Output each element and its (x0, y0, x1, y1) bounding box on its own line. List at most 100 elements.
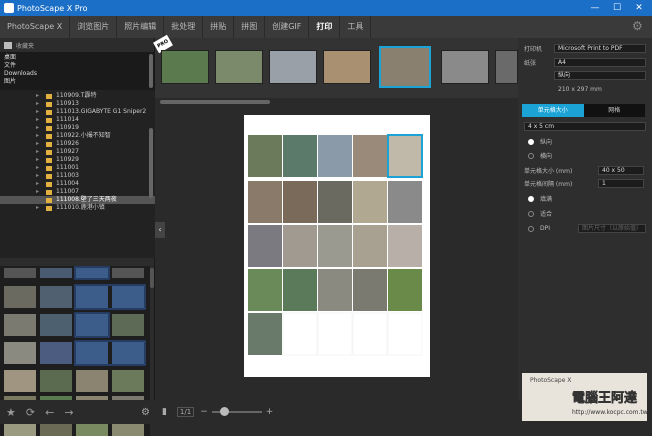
title-bar: PhotoScape X Pro — ☐ ✕ (0, 0, 652, 16)
collapse-left-panel-button[interactable]: ‹ (155, 222, 165, 238)
fit-option-fit[interactable]: 适合 (528, 209, 552, 218)
print-page-grid[interactable] (244, 115, 430, 377)
menu-create-gif[interactable]: 创建GIF (265, 16, 310, 38)
folder-row[interactable]: ▸ 111007 (0, 188, 155, 196)
fit-option-dpi[interactable]: DPI (528, 224, 550, 233)
back-icon[interactable]: ← (45, 406, 54, 419)
menu-batch[interactable]: 批处理 (164, 16, 204, 38)
orient-option-landscape[interactable]: 横向 (528, 151, 552, 160)
folder-icon (46, 205, 52, 211)
favorites-list: 桌面 文件 Downloads 图片 (0, 52, 154, 92)
radio-off[interactable] (528, 210, 534, 217)
menu-print[interactable]: 打印 (309, 16, 341, 38)
folder-row[interactable]: ▸ 110926 (0, 140, 155, 148)
panel-toggle-icon[interactable]: ▮ (162, 407, 167, 417)
star-icon[interactable]: ★ (6, 406, 16, 419)
thumbnail-scrollbar[interactable] (150, 268, 154, 288)
paper-size-text: 210 x 297 mm (558, 86, 602, 93)
minimize-button[interactable]: — (584, 0, 606, 16)
folder-row[interactable]: ▸ 111010.鹿港小镇 (0, 204, 155, 212)
right-panel: 打印机 Microsoft Print to PDF 纸张 A4 纵向 210 … (518, 38, 652, 400)
folder-icon (46, 125, 52, 131)
close-button[interactable]: ✕ (628, 0, 650, 16)
menu-combine[interactable]: 拼图 (234, 16, 266, 38)
cell-size-select[interactable]: 4 x 5 cm (524, 122, 646, 131)
film-thumb[interactable] (269, 50, 317, 84)
folder-row[interactable]: ▸ 110919 (0, 124, 155, 132)
zoom-in-icon[interactable]: + (266, 407, 274, 417)
forward-icon[interactable]: → (64, 406, 73, 419)
folder-icon (46, 133, 52, 139)
folder-row[interactable]: ▸ 110909.T霹特 (0, 92, 155, 100)
folder-icon (46, 181, 52, 187)
paper-select[interactable]: A4 (554, 58, 646, 67)
folder-icon (46, 173, 52, 179)
folder-row[interactable]: ▸ 111013.GIGABYTE G1 Sniper2 (0, 108, 155, 116)
folder-row[interactable]: ▸ 110929 (0, 156, 155, 164)
cell-spacing-input[interactable]: 1 (598, 179, 644, 188)
settings-gear-icon[interactable]: ⚙ (632, 20, 644, 32)
filmstrip-scrollbar[interactable] (160, 100, 270, 104)
menu-collage[interactable]: 拼贴 (203, 16, 235, 38)
window-title: PhotoScape X Pro (17, 3, 88, 13)
radio-off[interactable] (528, 225, 534, 232)
menu-editor[interactable]: 照片编辑 (117, 16, 165, 38)
folder-row[interactable]: ▸ 111003 (0, 172, 155, 180)
menu-bar: PhotoScape X 浏览图片 照片编辑 批处理 拼贴 拼图 创建GIF 打… (0, 16, 652, 38)
filmstrip: PRO (153, 34, 518, 98)
maximize-button[interactable]: ☐ (606, 0, 628, 16)
menu-viewer[interactable]: 浏览图片 (70, 16, 118, 38)
favorite-item[interactable]: 图片 (4, 78, 150, 86)
folder-icon (46, 109, 52, 115)
radio-off[interactable] (528, 152, 534, 159)
promo-box[interactable]: PhotoScape X 電腦王阿達 http://www.kocpc.com.… (522, 373, 648, 421)
refresh-icon[interactable]: ⟳ (26, 406, 35, 419)
gear-icon[interactable]: ⚙ (141, 407, 150, 418)
tab-grid[interactable]: 网格 (583, 104, 645, 117)
cell-size-input[interactable]: 40 x 50 (598, 166, 644, 175)
folder-row[interactable]: ▸ 111014 (0, 116, 155, 124)
folder-row[interactable]: ▸ 110922.小撮不知智 (0, 132, 155, 140)
menu-photoscape-x[interactable]: PhotoScape X (0, 16, 71, 38)
film-thumb[interactable] (495, 50, 518, 84)
printer-label: 打印机 (524, 46, 543, 53)
dpi-select[interactable]: 图片尺寸（以原始值） (578, 224, 646, 233)
folder-icon (46, 117, 52, 123)
orientation-select[interactable]: 纵向 (554, 71, 646, 80)
favorite-item[interactable]: Downloads (4, 70, 150, 78)
radio-on[interactable] (528, 138, 534, 145)
orient-option-portrait[interactable]: 纵向 (528, 137, 552, 146)
watermark-url: http://www.kocpc.com.tw (572, 409, 648, 416)
folder-row[interactable]: ▸ 111004 (0, 180, 155, 188)
zoom-slider[interactable] (211, 407, 262, 416)
favorites-scrollbar[interactable] (149, 54, 153, 88)
film-thumb[interactable] (441, 50, 489, 84)
film-thumb[interactable] (161, 50, 209, 84)
folder-row-selected[interactable]: 111008.壁了三天两夜 (0, 196, 155, 204)
left-panel: 收藏夹 桌面 文件 Downloads 图片 ▸ 110909.T霹特 ▸ 1109… (0, 38, 155, 436)
zoom-out-icon[interactable]: − (200, 407, 208, 417)
menu-tools[interactable]: 工具 (340, 16, 372, 38)
cell-spacing-label: 单元格间隔 (mm) (524, 181, 573, 188)
print-page (244, 115, 430, 377)
film-thumb-selected[interactable] (379, 46, 431, 88)
tab-cell-size[interactable]: 单元格大小 (522, 104, 584, 117)
film-thumb[interactable] (215, 50, 263, 84)
folder-tree: ▸ 110909.T霹特 ▸ 110913 ▸ 111013.GIGABYTE G1 … (0, 90, 155, 258)
favorite-item[interactable]: 文件 (4, 62, 150, 70)
folder-scrollbar[interactable] (149, 128, 153, 198)
paper-label: 纸张 (524, 60, 537, 67)
favorite-item[interactable]: 桌面 (4, 54, 150, 62)
folder-icon (46, 157, 52, 163)
folder-row[interactable]: ▸ 110927 (0, 148, 155, 156)
folder-row[interactable]: ▸ 111001 (0, 164, 155, 172)
tab-bar: 单元格大小 网格 (522, 104, 645, 117)
folder-row[interactable]: ▸ 110913 (0, 100, 155, 108)
film-thumb[interactable] (323, 50, 371, 84)
cell-size-label: 单元格大小 (mm) (524, 168, 573, 175)
fit-option-fill[interactable]: 填满 (528, 194, 552, 203)
radio-on[interactable] (528, 195, 534, 202)
promo-title: PhotoScape X (530, 377, 572, 384)
printer-select[interactable]: Microsoft Print to PDF (554, 44, 646, 53)
zoom-slider-thumb[interactable] (219, 407, 229, 416)
